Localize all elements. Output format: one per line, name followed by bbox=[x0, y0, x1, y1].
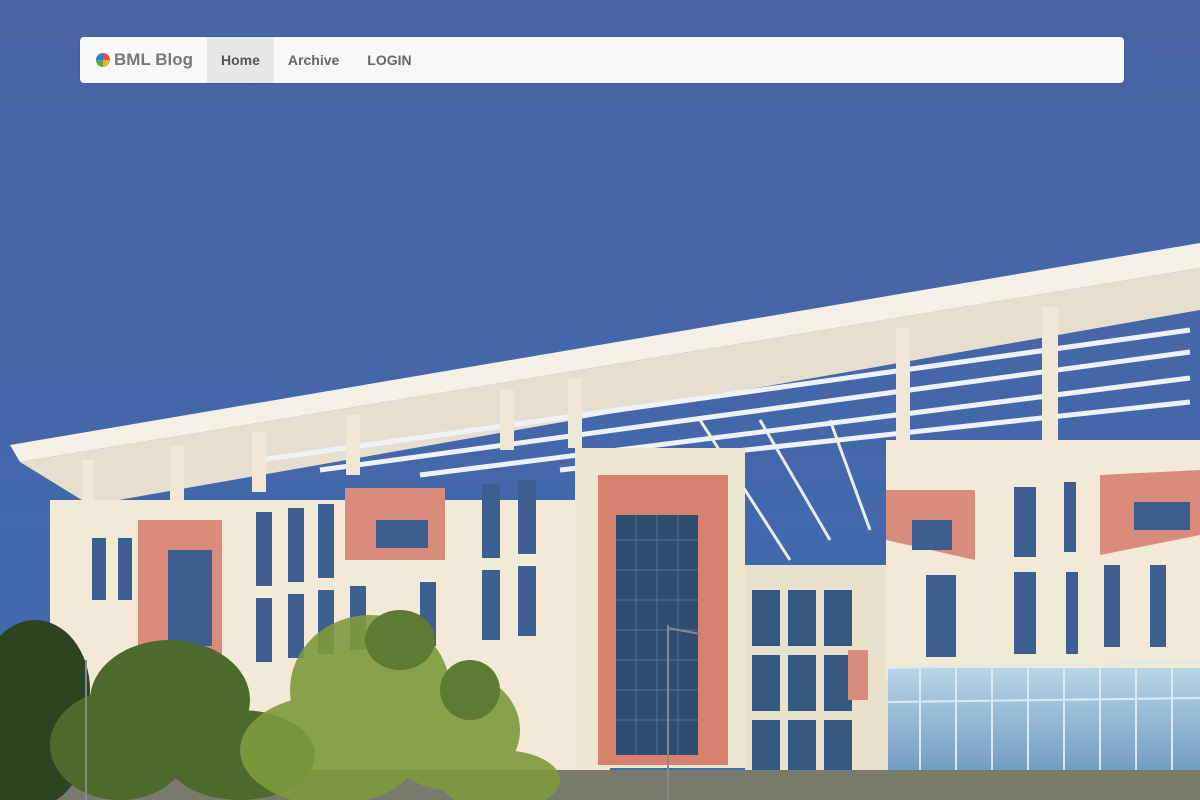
nav-item-label: LOGIN bbox=[367, 52, 412, 68]
brand-name: BML Blog bbox=[114, 50, 194, 69]
nav-item-label: Home bbox=[221, 52, 260, 68]
hero-image bbox=[0, 0, 1200, 800]
brand-link[interactable]: BML Blog bbox=[80, 37, 207, 83]
top-navbar: BML Blog Home Archive LOGIN bbox=[80, 37, 1124, 83]
campus-building-illustration bbox=[0, 0, 1200, 800]
nav-item-label: Archive bbox=[287, 52, 340, 68]
nav-item-login[interactable]: LOGIN bbox=[353, 37, 425, 83]
brand-logo-icon bbox=[96, 53, 110, 67]
nav-item-archive[interactable]: Archive bbox=[274, 37, 353, 83]
nav-item-home[interactable]: Home bbox=[207, 37, 274, 83]
